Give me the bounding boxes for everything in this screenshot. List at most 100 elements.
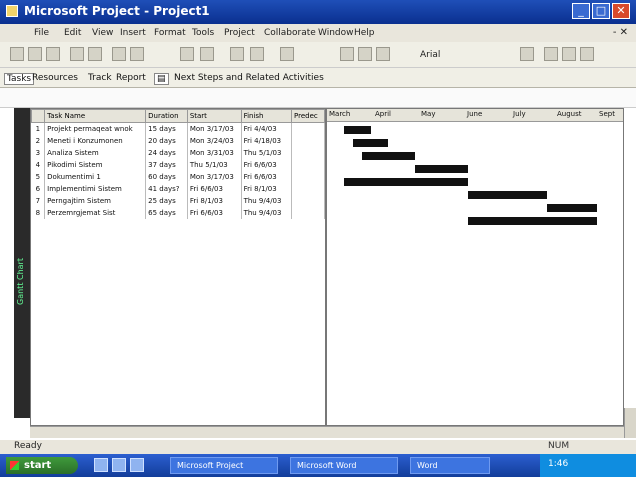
start-cell[interactable]: Fri 6/6/03	[187, 206, 242, 219]
document-controls[interactable]: - ✕	[613, 27, 628, 38]
gantt-task-bar[interactable]	[353, 139, 389, 147]
save-icon[interactable]	[46, 47, 60, 61]
horizontal-scrollbar-gantt[interactable]	[326, 426, 624, 438]
italic-icon[interactable]	[562, 47, 576, 61]
task-name-cell[interactable]: Implementimi Sistem	[44, 182, 147, 195]
duration-cell[interactable]: 20 days	[145, 134, 188, 147]
guide-track[interactable]: Track	[88, 73, 112, 83]
finish-cell[interactable]: Fri 4/18/03	[241, 134, 293, 147]
task-name-cell[interactable]: Dokumentimi 1	[44, 170, 147, 183]
menu-window[interactable]: Window	[318, 28, 354, 38]
task-name-cell[interactable]: Analiza Sistem	[44, 146, 147, 159]
col-header-finish[interactable]: Finish	[240, 109, 293, 123]
duration-cell[interactable]: 60 days	[145, 170, 188, 183]
menu-help[interactable]: Help	[354, 28, 375, 38]
gantt-task-bar[interactable]	[343, 178, 468, 186]
quicklaunch-ie-icon[interactable]	[94, 458, 108, 472]
guide-tasks[interactable]: Tasks	[4, 73, 35, 85]
pred-cell[interactable]	[291, 206, 325, 219]
duration-cell[interactable]: 25 days	[145, 194, 188, 207]
finish-cell[interactable]: Fri 6/6/03	[241, 158, 293, 171]
pred-cell[interactable]	[291, 146, 325, 159]
task-name-cell[interactable]: Meneti i Konzumonen	[44, 134, 147, 147]
gantt-task-bar[interactable]	[362, 152, 415, 160]
unlink-icon[interactable]	[200, 47, 214, 61]
pred-cell[interactable]	[291, 158, 325, 171]
col-header-duration[interactable]: Duration	[145, 109, 188, 123]
start-cell[interactable]: Mon 3/17/03	[187, 122, 242, 135]
menu-edit[interactable]: Edit	[64, 28, 81, 38]
task-info-icon[interactable]	[230, 47, 244, 61]
vertical-scrollbar[interactable]	[624, 408, 636, 438]
minimize-button[interactable]: _	[572, 3, 590, 19]
task-project[interactable]: Microsoft Project	[170, 457, 278, 474]
gantt-task-bar[interactable]	[414, 165, 468, 173]
close-button[interactable]: ✕	[612, 3, 630, 19]
pred-cell[interactable]	[291, 182, 325, 195]
menu-project[interactable]: Project	[224, 28, 255, 38]
quicklaunch-media-icon[interactable]	[130, 458, 144, 472]
notes-icon[interactable]	[250, 47, 264, 61]
start-cell[interactable]: Fri 8/1/03	[187, 194, 242, 207]
quicklaunch-desktop-icon[interactable]	[112, 458, 126, 472]
finish-cell[interactable]: Fri 4/4/03	[241, 122, 293, 135]
task-name-cell[interactable]: Projekt permaqeat wnok	[44, 122, 147, 135]
col-header-start[interactable]: Start	[186, 109, 242, 123]
finish-cell[interactable]: Thu 9/4/03	[241, 206, 293, 219]
menu-file[interactable]: File	[34, 28, 49, 38]
start-button[interactable]: start	[6, 457, 78, 474]
print-icon[interactable]	[70, 47, 84, 61]
outdent-icon[interactable]	[358, 47, 372, 61]
pred-cell[interactable]	[291, 170, 325, 183]
task-word[interactable]: Microsoft Word	[290, 457, 398, 474]
menu-insert[interactable]: Insert	[120, 28, 146, 38]
guide-resources[interactable]: Resources	[32, 73, 78, 83]
start-cell[interactable]: Mon 3/17/03	[187, 170, 242, 183]
indent-icon[interactable]	[340, 47, 354, 61]
copy-icon[interactable]	[130, 47, 144, 61]
font-name[interactable]: Arial	[420, 50, 440, 60]
menu-collaborate[interactable]: Collaborate	[264, 28, 316, 38]
table-row[interactable]: 1 Projekt permaqeat wnok 15 days Mon 3/1…	[31, 122, 325, 135]
pred-cell[interactable]	[291, 134, 325, 147]
table-row[interactable]: 3 Analiza Sistem 24 days Mon 3/31/03 Thu…	[31, 146, 325, 159]
start-cell[interactable]: Mon 3/31/03	[187, 146, 242, 159]
col-header-predecessors[interactable]: Predec	[291, 109, 325, 123]
gantt-task-bar[interactable]	[467, 191, 547, 199]
task-name-cell[interactable]: Pikodimi Sistem	[44, 158, 147, 171]
horizontal-scrollbar-grid[interactable]	[30, 426, 326, 438]
col-header-task-name[interactable]: Task Name	[44, 109, 147, 123]
help-icon[interactable]	[280, 47, 294, 61]
duration-cell[interactable]: 24 days	[145, 146, 188, 159]
duration-cell[interactable]: 15 days	[145, 122, 188, 135]
duration-cell[interactable]: 65 days	[145, 206, 188, 219]
menu-view[interactable]: View	[92, 28, 113, 38]
cut-icon[interactable]	[112, 47, 126, 61]
finish-cell[interactable]: Thu 5/1/03	[241, 146, 293, 159]
start-cell[interactable]: Thu 5/1/03	[187, 158, 242, 171]
menu-tools[interactable]: Tools	[192, 28, 214, 38]
duration-cell[interactable]: 37 days	[145, 158, 188, 171]
task-name-cell[interactable]: Perngajtim Sistem	[44, 194, 147, 207]
table-row[interactable]: 2 Meneti i Konzumonen 20 days Mon 3/24/0…	[31, 134, 325, 147]
table-row[interactable]: 5 Dokumentimi 1 60 days Mon 3/17/03 Fri …	[31, 170, 325, 183]
table-row[interactable]: 8 Perzemrgjemat Sist 65 days Fri 6/6/03 …	[31, 206, 325, 219]
task-word-2[interactable]: Word	[410, 457, 490, 474]
finish-cell[interactable]: Fri 6/6/03	[241, 170, 293, 183]
finish-cell[interactable]: Fri 8/1/03	[241, 182, 293, 195]
font-size-icon[interactable]	[520, 47, 534, 61]
new-icon[interactable]	[10, 47, 24, 61]
duration-cell[interactable]: 41 days?	[145, 182, 188, 195]
finish-cell[interactable]: Thu 9/4/03	[241, 194, 293, 207]
gantt-task-bar[interactable]	[546, 204, 598, 212]
underline-icon[interactable]	[580, 47, 594, 61]
menu-format[interactable]: Format	[154, 28, 186, 38]
pred-cell[interactable]	[291, 122, 325, 135]
preview-icon[interactable]	[88, 47, 102, 61]
link-icon[interactable]	[180, 47, 194, 61]
gantt-task-bar[interactable]	[343, 126, 371, 134]
open-icon[interactable]	[28, 47, 42, 61]
table-row[interactable]: 4 Pikodimi Sistem 37 days Thu 5/1/03 Fri…	[31, 158, 325, 171]
show-icon[interactable]	[376, 47, 390, 61]
entry-bar[interactable]	[0, 88, 636, 108]
